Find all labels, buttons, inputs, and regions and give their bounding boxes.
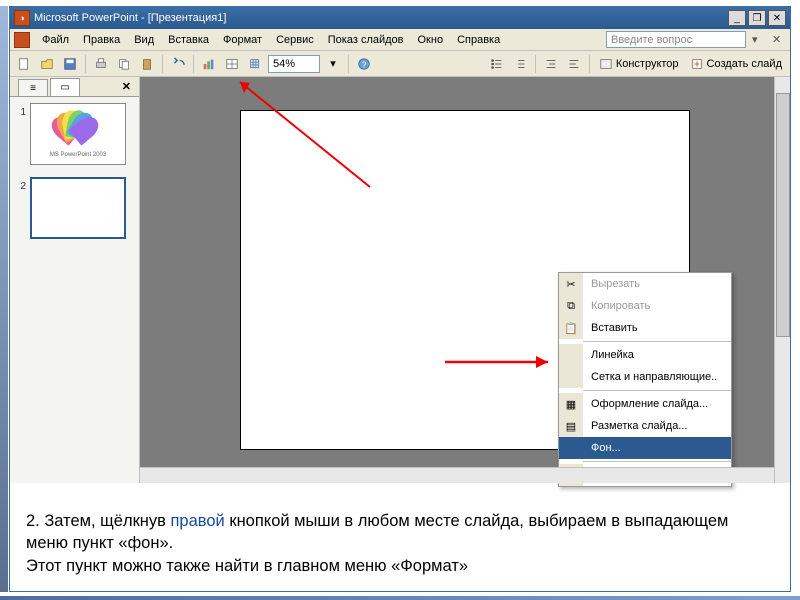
grid-icon[interactable] <box>245 54 265 74</box>
ctx-paste[interactable]: 📋 Вставить <box>559 317 731 339</box>
new-slide-button[interactable]: Создать слайд <box>686 54 786 74</box>
panel-close-button[interactable]: ✕ <box>122 80 131 93</box>
ask-dropdown-icon[interactable]: ▾ <box>752 33 766 47</box>
ctx-layout[interactable]: ▤ Разметка слайда... <box>559 415 731 437</box>
paste-icon[interactable] <box>137 54 157 74</box>
color-fan-graphic <box>51 110 101 142</box>
ctx-cut[interactable]: ✂ Вырезать <box>559 273 731 295</box>
print-icon[interactable] <box>91 54 111 74</box>
increase-indent-icon[interactable] <box>564 54 584 74</box>
layout-icon: ▤ <box>566 420 576 433</box>
svg-text:?: ? <box>362 60 367 69</box>
thumb-caption: MS PowerPoint 2003 <box>31 152 125 158</box>
copy-icon: ⧉ <box>567 300 575 313</box>
menu-window[interactable]: Окно <box>412 32 450 48</box>
menu-insert[interactable]: Вставка <box>162 32 215 48</box>
document-control-icon[interactable] <box>14 32 30 48</box>
context-menu: ✂ Вырезать ⧉ Копировать 📋 Вставить Линей… <box>558 272 732 487</box>
new-icon[interactable] <box>14 54 34 74</box>
decrease-indent-icon[interactable] <box>541 54 561 74</box>
design-icon: ▦ <box>566 398 576 411</box>
ctx-ruler[interactable]: Линейка <box>559 344 731 366</box>
panel-tab-strip: ≡ ▭ ✕ <box>10 77 139 97</box>
decorative-side-stripe <box>0 6 8 592</box>
save-icon[interactable] <box>60 54 80 74</box>
app-window: ◑ Microsoft PowerPoint - [Презентация1] … <box>9 6 791 592</box>
menu-slideshow[interactable]: Показ слайдов <box>322 32 410 48</box>
horizontal-scrollbar[interactable] <box>140 467 774 483</box>
tab-outline[interactable]: ≡ <box>18 79 48 96</box>
thumb-number: 1 <box>14 103 26 118</box>
powerpoint-app-icon: ◑ <box>14 10 30 26</box>
thumb-row-2[interactable]: 2 <box>10 171 139 245</box>
undo-icon[interactable] <box>168 54 188 74</box>
annotation-arrow-2 <box>440 352 560 372</box>
open-icon[interactable] <box>37 54 57 74</box>
designer-button[interactable]: Конструктор <box>595 54 683 74</box>
vertical-scrollbar[interactable] <box>774 77 790 483</box>
ctx-background[interactable]: Фон... <box>559 437 731 459</box>
slide-editor[interactable]: ✂ Вырезать ⧉ Копировать 📋 Вставить Линей… <box>140 77 790 483</box>
numbering-icon[interactable] <box>510 54 530 74</box>
menu-bar: Файл Правка Вид Вставка Формат Сервис По… <box>10 29 790 51</box>
menu-edit[interactable]: Правка <box>77 32 126 48</box>
title-bar: ◑ Microsoft PowerPoint - [Презентация1] … <box>10 7 790 29</box>
menu-help[interactable]: Справка <box>451 32 506 48</box>
bullets-icon[interactable] <box>487 54 507 74</box>
ctx-copy[interactable]: ⧉ Копировать <box>559 295 731 317</box>
slide-thumbnail-1[interactable]: MS PowerPoint 2003 <box>30 103 126 165</box>
menu-view[interactable]: Вид <box>128 32 160 48</box>
decorative-bottom-stripe <box>0 596 800 600</box>
minimize-button[interactable]: _ <box>728 10 746 26</box>
paste-icon: 📋 <box>564 322 578 335</box>
close-button[interactable]: ✕ <box>768 10 786 26</box>
thumb-row-1[interactable]: 1 MS PowerPoint 2003 <box>10 97 139 171</box>
ctx-design[interactable]: ▦ Оформление слайда... <box>559 393 731 415</box>
table-icon[interactable] <box>222 54 242 74</box>
instruction-caption: 2. Затем, щёлкнув правой кнопкой мыши в … <box>10 500 790 591</box>
window-title: Microsoft PowerPoint - [Презентация1] <box>34 12 726 24</box>
standard-toolbar: 54% ▾ ? Конструктор Создать слайд <box>10 51 790 77</box>
thumb-number: 2 <box>14 177 26 192</box>
annotation-arrow-1 <box>220 77 380 197</box>
scissors-icon: ✂ <box>566 278 575 291</box>
doc-close-button[interactable]: ✕ <box>772 33 786 47</box>
menu-file[interactable]: Файл <box>36 32 75 48</box>
zoom-level[interactable]: 54% <box>268 55 320 73</box>
slide-thumbnail-2[interactable] <box>30 177 126 239</box>
help-icon[interactable]: ? <box>354 54 374 74</box>
restore-button[interactable]: ❐ <box>748 10 766 26</box>
zoom-dropdown-icon[interactable]: ▾ <box>323 54 343 74</box>
workspace: ≡ ▭ ✕ 1 MS PowerPoint 2003 <box>10 77 790 483</box>
slides-panel: ≡ ▭ ✕ 1 MS PowerPoint 2003 <box>10 77 140 483</box>
tab-slides[interactable]: ▭ <box>50 78 80 96</box>
menu-tools[interactable]: Сервис <box>270 32 320 48</box>
chart-icon[interactable] <box>199 54 219 74</box>
menu-format[interactable]: Формат <box>217 32 268 48</box>
ask-question-box[interactable]: Введите вопрос <box>606 31 746 48</box>
ctx-grid[interactable]: Сетка и направляющие.. <box>559 366 731 388</box>
copy-icon[interactable] <box>114 54 134 74</box>
